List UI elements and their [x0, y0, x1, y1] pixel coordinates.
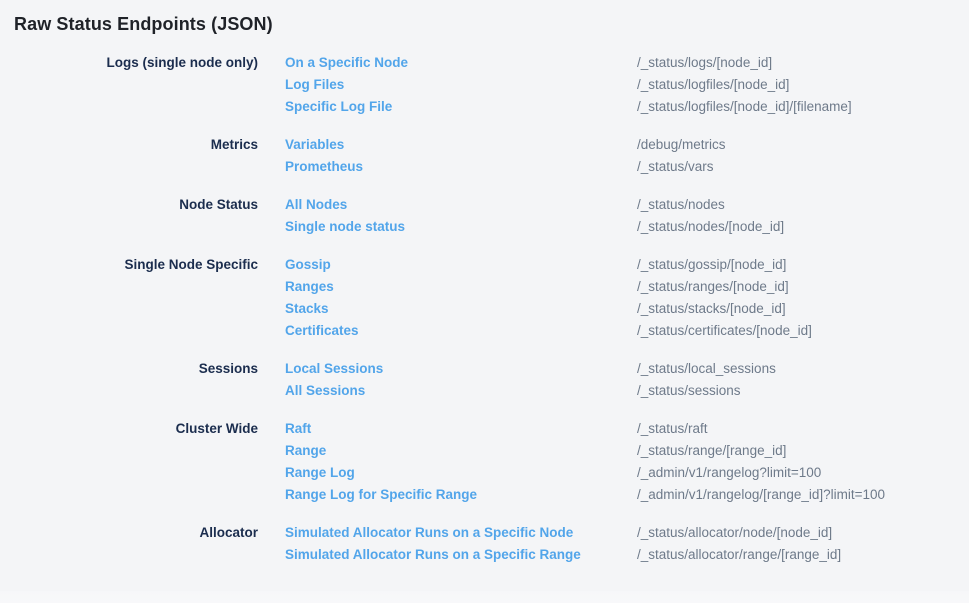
endpoint-link[interactable]: Raft	[285, 418, 637, 440]
endpoint-link[interactable]: Certificates	[285, 320, 637, 342]
endpoint-link[interactable]: Gossip	[285, 254, 637, 276]
endpoint-row: All Sessions /_status/sessions	[285, 380, 776, 402]
endpoint-row: Variables /debug/metrics	[285, 134, 726, 156]
endpoint-path: /_status/sessions	[637, 380, 741, 402]
endpoint-row: On a Specific Node /_status/logs/[node_i…	[285, 52, 852, 74]
section-single-node-specific: Single Node Specific Gossip /_status/gos…	[0, 254, 969, 342]
endpoint-row: Simulated Allocator Runs on a Specific R…	[285, 544, 841, 566]
endpoint-path: /_status/ranges/[node_id]	[637, 276, 789, 298]
endpoint-row: Range Log for Specific Range /_admin/v1/…	[285, 484, 885, 506]
section-category-label: Cluster Wide	[0, 418, 258, 440]
section-node-status: Node Status All Nodes /_status/nodes Sin…	[0, 194, 969, 238]
section-allocator: Allocator Simulated Allocator Runs on a …	[0, 522, 969, 566]
endpoint-path: /_status/nodes/[node_id]	[637, 216, 784, 238]
section-metrics: Metrics Variables /debug/metrics Prometh…	[0, 134, 969, 178]
endpoint-row: Log Files /_status/logfiles/[node_id]	[285, 74, 852, 96]
endpoint-row: Certificates /_status/certificates/[node…	[285, 320, 812, 342]
endpoints-list: Logs (single node only) On a Specific No…	[0, 52, 969, 566]
section-rows: Variables /debug/metrics Prometheus /_st…	[285, 134, 726, 178]
endpoint-link[interactable]: Stacks	[285, 298, 637, 320]
endpoint-row: Simulated Allocator Runs on a Specific N…	[285, 522, 841, 544]
bottom-band	[0, 591, 969, 603]
section-rows: All Nodes /_status/nodes Single node sta…	[285, 194, 784, 238]
endpoint-path: /_status/range/[range_id]	[637, 440, 786, 462]
endpoint-row: Raft /_status/raft	[285, 418, 885, 440]
endpoint-row: Prometheus /_status/vars	[285, 156, 726, 178]
endpoint-row: All Nodes /_status/nodes	[285, 194, 784, 216]
endpoint-path: /_status/certificates/[node_id]	[637, 320, 812, 342]
endpoint-path: /_status/logfiles/[node_id]	[637, 74, 789, 96]
endpoint-row: Stacks /_status/stacks/[node_id]	[285, 298, 812, 320]
section-category-label: Allocator	[0, 522, 258, 544]
section-category-label: Metrics	[0, 134, 258, 156]
section-logs: Logs (single node only) On a Specific No…	[0, 52, 969, 118]
section-sessions: Sessions Local Sessions /_status/local_s…	[0, 358, 969, 402]
endpoint-link[interactable]: Ranges	[285, 276, 637, 298]
endpoint-path: /_status/local_sessions	[637, 358, 776, 380]
section-rows: Simulated Allocator Runs on a Specific N…	[285, 522, 841, 566]
endpoint-link[interactable]: Specific Log File	[285, 96, 637, 118]
section-category-label: Single Node Specific	[0, 254, 258, 276]
endpoint-link[interactable]: Log Files	[285, 74, 637, 96]
section-category-label: Sessions	[0, 358, 258, 380]
endpoint-path: /_status/allocator/range/[range_id]	[637, 544, 841, 566]
endpoint-link[interactable]: Range Log for Specific Range	[285, 484, 637, 506]
endpoint-path: /_admin/v1/rangelog?limit=100	[637, 462, 821, 484]
endpoint-row: Specific Log File /_status/logfiles/[nod…	[285, 96, 852, 118]
endpoint-path: /_status/allocator/node/[node_id]	[637, 522, 832, 544]
endpoint-path: /_status/logs/[node_id]	[637, 52, 772, 74]
section-rows: Raft /_status/raft Range /_status/range/…	[285, 418, 885, 506]
endpoint-row: Single node status /_status/nodes/[node_…	[285, 216, 784, 238]
endpoint-link[interactable]: Local Sessions	[285, 358, 637, 380]
endpoint-path: /_status/raft	[637, 418, 708, 440]
endpoint-path: /_status/stacks/[node_id]	[637, 298, 786, 320]
endpoint-row: Local Sessions /_status/local_sessions	[285, 358, 776, 380]
endpoint-path: /_status/nodes	[637, 194, 725, 216]
endpoint-link[interactable]: Range	[285, 440, 637, 462]
section-cluster-wide: Cluster Wide Raft /_status/raft Range /_…	[0, 418, 969, 506]
endpoint-link[interactable]: Range Log	[285, 462, 637, 484]
section-rows: On a Specific Node /_status/logs/[node_i…	[285, 52, 852, 118]
endpoint-row: Gossip /_status/gossip/[node_id]	[285, 254, 812, 276]
section-rows: Local Sessions /_status/local_sessions A…	[285, 358, 776, 402]
endpoint-row: Ranges /_status/ranges/[node_id]	[285, 276, 812, 298]
endpoint-path: /_admin/v1/rangelog/[range_id]?limit=100	[637, 484, 885, 506]
endpoint-link[interactable]: Single node status	[285, 216, 637, 238]
endpoint-row: Range Log /_admin/v1/rangelog?limit=100	[285, 462, 885, 484]
endpoint-link[interactable]: Variables	[285, 134, 637, 156]
raw-status-endpoints-page: { "page": { "title": "Raw Status Endpoin…	[0, 14, 969, 603]
endpoint-path: /_status/gossip/[node_id]	[637, 254, 786, 276]
endpoint-link[interactable]: Simulated Allocator Runs on a Specific R…	[285, 544, 637, 566]
endpoint-link[interactable]: All Sessions	[285, 380, 637, 402]
endpoint-path: /debug/metrics	[637, 134, 726, 156]
section-category-label: Logs (single node only)	[0, 52, 258, 74]
endpoint-path: /_status/vars	[637, 156, 714, 178]
endpoint-link[interactable]: On a Specific Node	[285, 52, 637, 74]
endpoint-link[interactable]: All Nodes	[285, 194, 637, 216]
endpoint-row: Range /_status/range/[range_id]	[285, 440, 885, 462]
endpoint-path: /_status/logfiles/[node_id]/[filename]	[637, 96, 852, 118]
section-rows: Gossip /_status/gossip/[node_id] Ranges …	[285, 254, 812, 342]
endpoint-link[interactable]: Prometheus	[285, 156, 637, 178]
section-category-label: Node Status	[0, 194, 258, 216]
endpoint-link[interactable]: Simulated Allocator Runs on a Specific N…	[285, 522, 637, 544]
page-title: Raw Status Endpoints (JSON)	[14, 14, 969, 35]
